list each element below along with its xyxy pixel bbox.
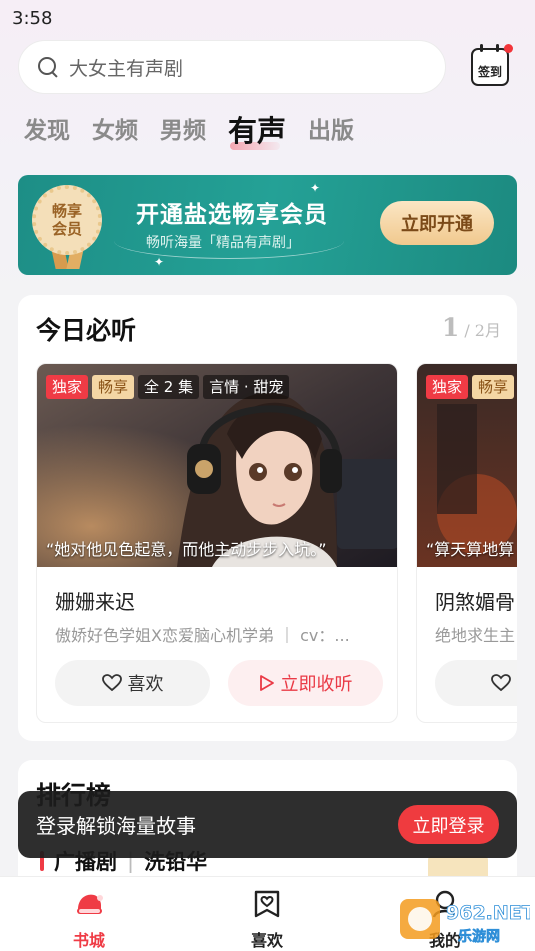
svg-text:962.NET: 962.NET: [446, 902, 530, 924]
tag-episodes: 全 2 集: [138, 375, 200, 399]
login-toast: 登录解锁海量故事 立即登录: [18, 791, 517, 858]
login-button[interactable]: 立即登录: [398, 805, 499, 844]
section-title: 今日必听: [36, 316, 137, 345]
heart-icon: [490, 674, 511, 692]
search-icon: [37, 56, 59, 78]
checkin-calendar-icon[interactable]: 签到: [471, 44, 509, 86]
book-description: 傲娇好色学姐X恋爱脑心机学弟 ｜ cv：...: [55, 626, 350, 645]
tag-row: 独家 畅享: [426, 375, 515, 399]
like-label: 喜欢: [127, 674, 164, 695]
listen-now-button[interactable]: 立即收听: [228, 660, 383, 706]
category-tabs: 发现 女频 男频 有声 出版: [24, 108, 354, 150]
book-cover-image[interactable]: 独家 畅享 全 2 集 言情 · 甜宠 “她对他见色起意，而他主动步步入坑。”: [37, 364, 397, 567]
sparkle-icon: ✦: [154, 255, 165, 269]
cover-quote: “她对他见色起意，而他主动步步入坑。”: [46, 540, 327, 559]
notification-dot: [504, 44, 513, 53]
svg-text:乐游网: 乐游网: [458, 928, 500, 945]
status-bar-time: 3:58: [12, 8, 53, 29]
vip-badge-line1: 畅享: [51, 202, 82, 220]
toast-text: 登录解锁海量故事: [36, 814, 196, 838]
tag-row: 独家 畅享 全 2 集 言情 · 甜宠: [46, 375, 290, 399]
book-card[interactable]: 独家 畅享 全 2 集 言情 · 甜宠 “她对他见色起意，而他主动步步入坑。” …: [36, 363, 398, 723]
book-description: 绝地求生主: [435, 626, 516, 645]
tab-male[interactable]: 男频: [160, 114, 206, 148]
vip-badge-icon: 畅享 会员: [32, 185, 102, 269]
tab-female[interactable]: 女频: [92, 114, 138, 148]
tab-audio[interactable]: 有声: [228, 114, 286, 150]
tab-publish[interactable]: 出版: [308, 114, 354, 148]
search-row: 大女主有声剧 签到: [18, 40, 518, 94]
page-indicator: 1 / 2月: [442, 313, 501, 342]
tag-exclusive: 独家: [46, 375, 89, 399]
tag-genre: 言情 · 甜宠: [203, 375, 290, 399]
like-button[interactable]: 喜欢: [55, 660, 210, 706]
listen-label: 立即收听: [280, 674, 353, 695]
play-icon: [259, 674, 275, 692]
sparkle-icon: ✦: [310, 181, 321, 195]
today-section: 今日必听 1 / 2月 独家 畅享 全 2 集 言情 · 甜宠 “她对他见色起意…: [18, 295, 517, 741]
heart-icon: [101, 674, 122, 692]
nav-item-likes[interactable]: 喜欢: [227, 889, 307, 951]
page-current: 1: [441, 313, 460, 342]
watermark-logo: 962.NET 乐游网: [398, 895, 535, 947]
book-title[interactable]: 姗姗来迟: [55, 586, 135, 615]
vip-banner[interactable]: 畅享 会员 ✦ ✦ 开通盐选畅享会员 畅听海量「精品有声剧」 立即开通: [18, 175, 517, 275]
tag-vip: 畅享: [92, 375, 135, 399]
heart-bookmark-icon: [253, 889, 281, 923]
search-placeholder: 大女主有声剧: [69, 57, 184, 80]
vip-open-button[interactable]: 立即开通: [380, 201, 494, 245]
nav-label: 喜欢: [250, 931, 283, 950]
like-label: 喜: [517, 670, 518, 696]
nav-item-bookstore[interactable]: 书城: [49, 889, 129, 951]
search-input[interactable]: 大女主有声剧: [18, 40, 446, 94]
cover-quote: “算天算地算: [426, 540, 515, 559]
tab-discover[interactable]: 发现: [24, 114, 70, 148]
vip-badge-line2: 会员: [51, 220, 82, 238]
tag-vip: 畅享: [472, 375, 515, 399]
like-button[interactable]: 喜: [435, 660, 517, 706]
nav-label: 书城: [72, 931, 105, 950]
vip-subtitle: 畅听海量「精品有声剧」: [146, 235, 300, 251]
book-cover-image[interactable]: 独家 畅享 “算天算地算: [417, 364, 517, 567]
tag-exclusive: 独家: [426, 375, 469, 399]
bookstore-hat-icon: [74, 889, 104, 923]
page-total: / 2月: [464, 321, 501, 340]
vip-title: 开通盐选畅享会员: [136, 201, 328, 228]
book-title[interactable]: 阴煞媚骨: [435, 586, 515, 615]
book-card[interactable]: 独家 畅享 “算天算地算 阴煞媚骨 绝地求生主 喜: [416, 363, 517, 723]
